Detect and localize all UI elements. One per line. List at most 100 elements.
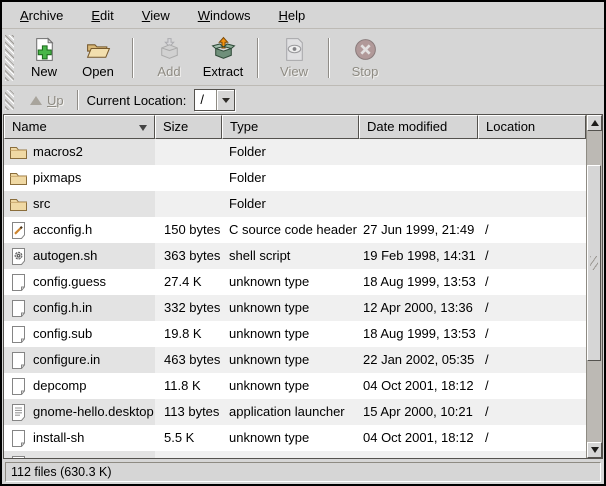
menu-item[interactable]: Edit [77,4,127,27]
table-row[interactable]: macros2 Folder [4,139,586,165]
file-type-icon [9,195,28,214]
file-type-icon [9,429,28,448]
menu-item[interactable]: View [128,4,184,27]
column-header-location[interactable]: Location [478,115,586,139]
file-name: config.h.in [33,295,92,321]
toolbar-button[interactable]: View [267,33,321,83]
file-rows-viewport: macros2 Folder [4,139,586,458]
column-header-row: Name Size Type Date modified Location [4,115,586,139]
table-row[interactable]: config.sub 19.8 K unknown type 18 Aug 19… [4,321,586,347]
view-file-icon [281,36,308,63]
file-location: / [478,321,586,347]
up-button-label: Up [47,93,64,108]
up-button[interactable]: Up [23,90,73,111]
file-date-modified [359,139,478,165]
file-size: 150 bytes [155,217,222,243]
new-archive-icon [31,36,58,63]
file-date-modified: 18 Aug 1999, 13:53 [359,321,478,347]
scrollbar-trough[interactable] [587,131,602,442]
file-name: acconfig.h [33,217,92,243]
menu-item[interactable]: Archive [6,4,77,27]
file-size: 332 bytes [155,295,222,321]
menu-item[interactable]: Windows [184,4,265,27]
file-name: src [33,191,50,217]
column-header-name[interactable]: Name [4,115,155,139]
toolbar-button-label: New [31,64,57,79]
table-row[interactable]: autogen.sh 363 bytes shell script 19 Feb… [4,243,586,269]
location-dropdown-button[interactable] [217,90,234,110]
file-type-icon [9,221,28,240]
file-type: application launcher [222,399,359,425]
table-row[interactable]: configure.in 463 bytes unknown type 22 J… [4,347,586,373]
table-row[interactable]: src Folder [4,191,586,217]
toolbar-button[interactable]: Stop [338,33,392,83]
file-date-modified: 19 Feb 1998, 14:31 [359,243,478,269]
toolbar-button-label: Add [157,64,180,79]
scroll-down-icon [591,447,599,453]
toolbar-button-label: Extract [203,64,243,79]
toolbar-button[interactable]: Open [71,33,125,83]
toolbar-drag-handle[interactable] [5,35,14,81]
file-location: / [478,373,586,399]
table-row[interactable]: install-sh 5.5 K unknown type 04 Oct 200… [4,425,586,451]
extract-icon [210,36,237,63]
file-name: gnome-hello.desktop [33,399,154,425]
column-header-type[interactable]: Type [222,115,359,139]
table-row[interactable]: depcomp 11.8 K unknown type 04 Oct 2001,… [4,373,586,399]
file-type-icon [9,325,28,344]
toolbar-button[interactable]: Add [142,33,196,83]
scrollbar-up-button[interactable] [587,115,602,131]
file-name: config.sub [33,321,92,347]
file-location: / [478,347,586,373]
file-date-modified: 12 Apr 2000, 13:36 [359,295,478,321]
file-type-icon [9,351,28,370]
file-size: 363 bytes [155,243,222,269]
menu-item[interactable]: Help [264,4,319,27]
up-arrow-icon [30,96,42,105]
file-location: / [478,425,586,451]
toolbar-button-label: Open [82,64,114,79]
vertical-scrollbar[interactable] [586,115,602,458]
table-row[interactable]: acconfig.h 150 bytes C source code heade… [4,217,586,243]
location-combobox[interactable]: / [194,89,235,111]
file-type: unknown type [222,425,359,451]
file-name: configure.in [33,347,100,373]
location-bar: Up Current Location: / [2,86,604,114]
file-type-icon [9,143,28,162]
file-type: unknown type [222,295,359,321]
column-header-size[interactable]: Size [155,115,222,139]
current-location-label: Current Location: [87,93,187,108]
file-list: Name Size Type Date modified Location [3,114,603,459]
file-type: unknown type [222,373,359,399]
file-location: / [478,399,586,425]
archive-manager-window: Archive Edit View Windows Help [0,0,606,486]
table-row[interactable]: pixmaps Folder [4,165,586,191]
file-size [155,191,222,217]
column-header-date-modified[interactable]: Date modified [359,115,478,139]
scrollbar-thumb[interactable] [587,165,601,361]
file-type-icon [9,169,28,188]
toolbar: New [2,29,604,86]
file-date-modified: 22 Jan 2002, 05:35 [359,347,478,373]
file-date-modified: 04 Oct 2001, 18:12 [359,373,478,399]
column-header-name-label: Name [12,119,47,134]
location-bar-drag-handle[interactable] [5,90,14,110]
file-location [478,165,586,191]
scrollbar-down-button[interactable] [587,442,602,458]
file-type: unknown type [222,321,359,347]
toolbar-button[interactable]: New [17,33,71,83]
file-date-modified [359,191,478,217]
file-type: C source code header [222,217,359,243]
table-row[interactable]: config.guess 27.4 K unknown type 18 Aug … [4,269,586,295]
table-row-partial[interactable] [4,451,586,458]
file-name: macros2 [33,139,83,165]
file-name: autogen.sh [33,243,97,269]
file-type-icon [9,403,28,422]
file-size [155,139,222,165]
table-row[interactable]: gnome-hello.desktop 113 bytes applicatio… [4,399,586,425]
table-row[interactable]: config.h.in 332 bytes unknown type 12 Ap… [4,295,586,321]
add-to-archive-icon [156,36,183,63]
toolbar-button[interactable]: Extract [196,33,250,83]
file-type-icon [9,299,28,318]
status-bar-area: 112 files (630.3 K) [2,459,604,484]
